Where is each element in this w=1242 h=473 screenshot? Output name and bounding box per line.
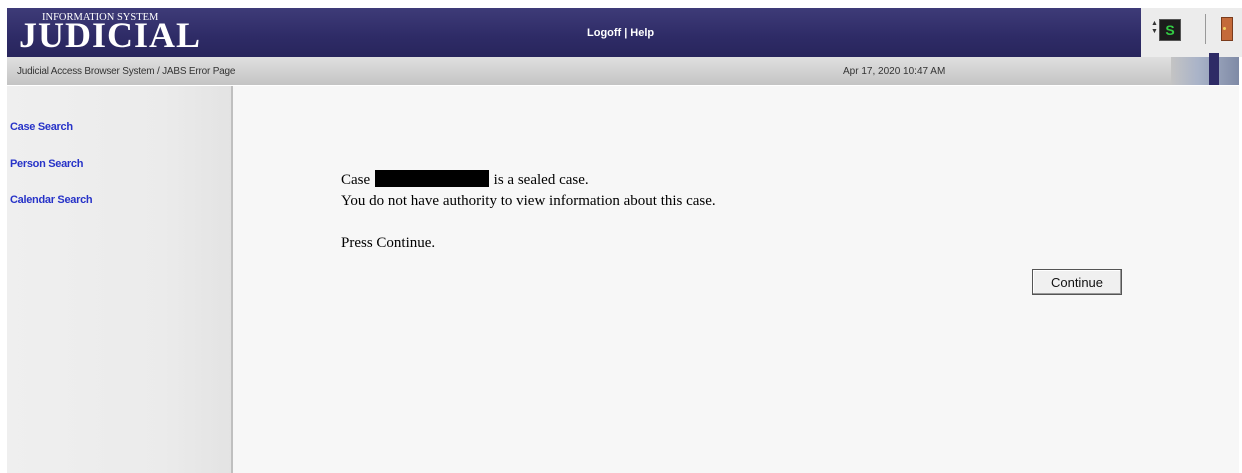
redacted-case-number	[374, 170, 489, 187]
case-prefix: Case	[341, 172, 371, 188]
breadcrumb: Judicial Access Browser System / JABS Er…	[17, 66, 236, 77]
header-links: Logoff | Help	[587, 27, 654, 39]
judicial-logo: JUDICIAL INFORMATION SYSTEM	[17, 8, 217, 57]
decorative-graphic	[1171, 53, 1239, 85]
help-link[interactable]: Help	[630, 27, 654, 39]
sidebar-item-case-search[interactable]: Case Search	[10, 121, 73, 133]
case-suffix: is a sealed case.	[493, 172, 589, 188]
s-icon[interactable]: S	[1159, 19, 1181, 41]
datetime: Apr 17, 2020 10:47 AM	[843, 66, 946, 77]
tray-divider	[1205, 14, 1206, 44]
door-exit-icon[interactable]	[1221, 17, 1233, 41]
logo-subtitle: INFORMATION SYSTEM	[42, 12, 159, 23]
logoff-link[interactable]: Logoff	[587, 27, 621, 39]
sidebar: Case Search Person Search Calendar Searc…	[7, 86, 232, 473]
sealed-case-message: Case is a sealed case.	[341, 170, 589, 189]
continue-button[interactable]: Continue	[1032, 269, 1122, 295]
sidebar-item-calendar-search[interactable]: Calendar Search	[10, 194, 93, 206]
link-separator: |	[624, 27, 628, 39]
authority-message: You do not have authority to view inform…	[341, 193, 716, 209]
icon-tray: ▲ ▼ S	[1141, 8, 1242, 57]
press-continue-message: Press Continue.	[341, 235, 436, 251]
scroll-arrows-icon[interactable]: ▲ ▼	[1151, 20, 1158, 36]
main-content: Case is a sealed case. You do not have a…	[233, 86, 1239, 473]
breadcrumb-bar: Judicial Access Browser System / JABS Er…	[7, 53, 1239, 85]
sidebar-item-person-search[interactable]: Person Search	[10, 158, 83, 170]
header-bar: JUDICIAL INFORMATION SYSTEM Logoff | Help …	[7, 8, 1242, 57]
